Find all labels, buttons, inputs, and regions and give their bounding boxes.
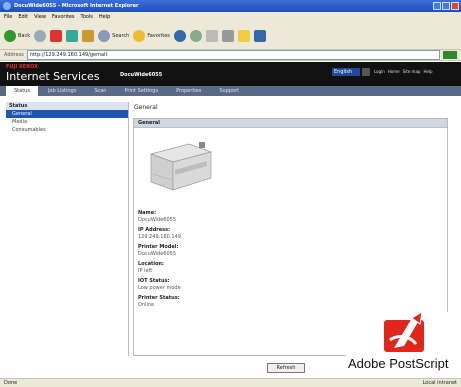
print-button[interactable] xyxy=(221,29,234,43)
zone-text: Local intranet xyxy=(422,380,457,386)
stop-icon xyxy=(50,29,63,42)
messenger-icon xyxy=(253,29,266,42)
language-select[interactable]: English xyxy=(332,68,360,76)
folder-button[interactable] xyxy=(237,29,250,43)
printer-model-label: Printer Model: xyxy=(138,244,179,250)
tab-print-settings[interactable]: Print Settings xyxy=(116,86,166,96)
nav-tabs: Status Job Listings Scan Print Settings … xyxy=(0,86,461,96)
name-value: DocuWide6055 xyxy=(138,217,177,223)
product-name: DocuWide6055 xyxy=(120,72,163,78)
tab-job-listings[interactable]: Job Listings xyxy=(40,86,84,96)
sidebar-heading[interactable]: Status xyxy=(6,102,128,110)
mail-icon xyxy=(205,29,218,42)
menu-favorites[interactable]: Favorites xyxy=(52,14,75,20)
language-go-button[interactable] xyxy=(362,68,370,76)
back-button[interactable]: Back xyxy=(4,29,30,43)
menu-view[interactable]: View xyxy=(34,14,46,20)
search-button[interactable]: Search xyxy=(98,29,129,43)
folder-icon xyxy=(237,29,250,42)
adobe-postscript-text: Adobe PostScript xyxy=(348,356,449,371)
printer-info: Name: DocuWide6055 IP Address: 129.249.1… xyxy=(138,206,181,308)
sidebar-item-consumables[interactable]: Consumables xyxy=(6,126,128,134)
ip-address-value: 129.249.160.149 xyxy=(138,234,181,240)
menu-file[interactable]: File xyxy=(4,14,12,20)
messenger-button[interactable] xyxy=(253,29,266,43)
ip-address-label: IP Address: xyxy=(138,227,171,233)
adobe-postscript-logo: Adobe PostScript xyxy=(346,312,458,374)
address-bar: Address http://129.249.160.149/gemait xyxy=(0,50,461,61)
panel-title: General xyxy=(134,119,447,128)
browser-toolbar: Back Search Favorites xyxy=(0,22,461,50)
tab-support[interactable]: Support xyxy=(211,86,247,96)
refresh-toolbar-button[interactable] xyxy=(66,29,79,43)
tab-properties[interactable]: Properties xyxy=(168,86,209,96)
brand-title: Internet Services xyxy=(6,70,100,83)
media-button[interactable] xyxy=(173,29,186,43)
menu-bar: File Edit View Favorites Tools Help xyxy=(0,12,461,22)
menu-edit[interactable]: Edit xyxy=(18,14,28,20)
sidebar-item-general[interactable]: General xyxy=(6,110,128,118)
iot-status-value: Low power mode xyxy=(138,285,181,291)
window-controls xyxy=(433,2,459,10)
window-titlebar: DocuWide6055 - Microsoft Internet Explor… xyxy=(0,0,461,12)
home-button[interactable] xyxy=(82,29,95,43)
go-button[interactable] xyxy=(443,51,457,59)
ie-logo-icon xyxy=(3,2,11,10)
window-title: DocuWide6055 - Microsoft Internet Explor… xyxy=(14,3,139,9)
mail-button[interactable] xyxy=(205,29,218,43)
back-arrow-icon xyxy=(4,29,16,42)
menu-help[interactable]: Help xyxy=(99,14,110,20)
stop-button[interactable] xyxy=(50,29,63,43)
history-button[interactable] xyxy=(189,29,202,43)
location-value: IP left xyxy=(138,268,153,274)
menu-tools[interactable]: Tools xyxy=(81,14,93,20)
printer-status-value: Online xyxy=(138,302,155,308)
status-bar: Done Local intranet xyxy=(0,378,461,387)
history-icon xyxy=(189,29,202,42)
location-label: Location: xyxy=(138,261,165,267)
search-icon xyxy=(98,29,111,42)
refresh-button[interactable]: Refresh xyxy=(267,363,305,373)
tab-status[interactable]: Status xyxy=(6,86,38,96)
forward-button[interactable] xyxy=(34,29,47,43)
maximize-button[interactable] xyxy=(442,2,450,10)
top-links: Login Home Site map Help xyxy=(374,69,433,74)
login-link[interactable]: Login xyxy=(374,69,385,74)
sidebar: Status General Media Consumables xyxy=(6,102,129,356)
close-button[interactable] xyxy=(451,2,459,10)
home-link[interactable]: Home xyxy=(388,69,400,74)
page-title: General xyxy=(134,104,158,111)
sidebar-item-media[interactable]: Media xyxy=(6,118,128,126)
address-label: Address xyxy=(4,52,24,58)
minimize-button[interactable] xyxy=(433,2,441,10)
print-icon xyxy=(221,29,234,42)
media-icon xyxy=(173,29,186,42)
forward-arrow-icon xyxy=(34,29,47,42)
printer-icon xyxy=(149,142,213,191)
favorites-button[interactable]: Favorites xyxy=(133,29,170,43)
sitemap-link[interactable]: Site map xyxy=(403,69,421,74)
home-icon xyxy=(82,29,95,42)
refresh-icon xyxy=(66,29,79,42)
adobe-logo-icon xyxy=(384,312,424,352)
address-input[interactable]: http://129.249.160.149/gemait xyxy=(26,50,440,60)
iot-status-label: IOT Status: xyxy=(138,278,170,284)
status-text: Done xyxy=(4,380,18,386)
star-icon xyxy=(133,29,146,42)
help-link[interactable]: Help xyxy=(423,69,432,74)
printer-model-value: DocuWide6055 xyxy=(138,251,177,257)
name-label: Name: xyxy=(138,210,157,216)
tab-scan[interactable]: Scan xyxy=(86,86,114,96)
printer-status-label: Printer Status: xyxy=(138,295,180,301)
